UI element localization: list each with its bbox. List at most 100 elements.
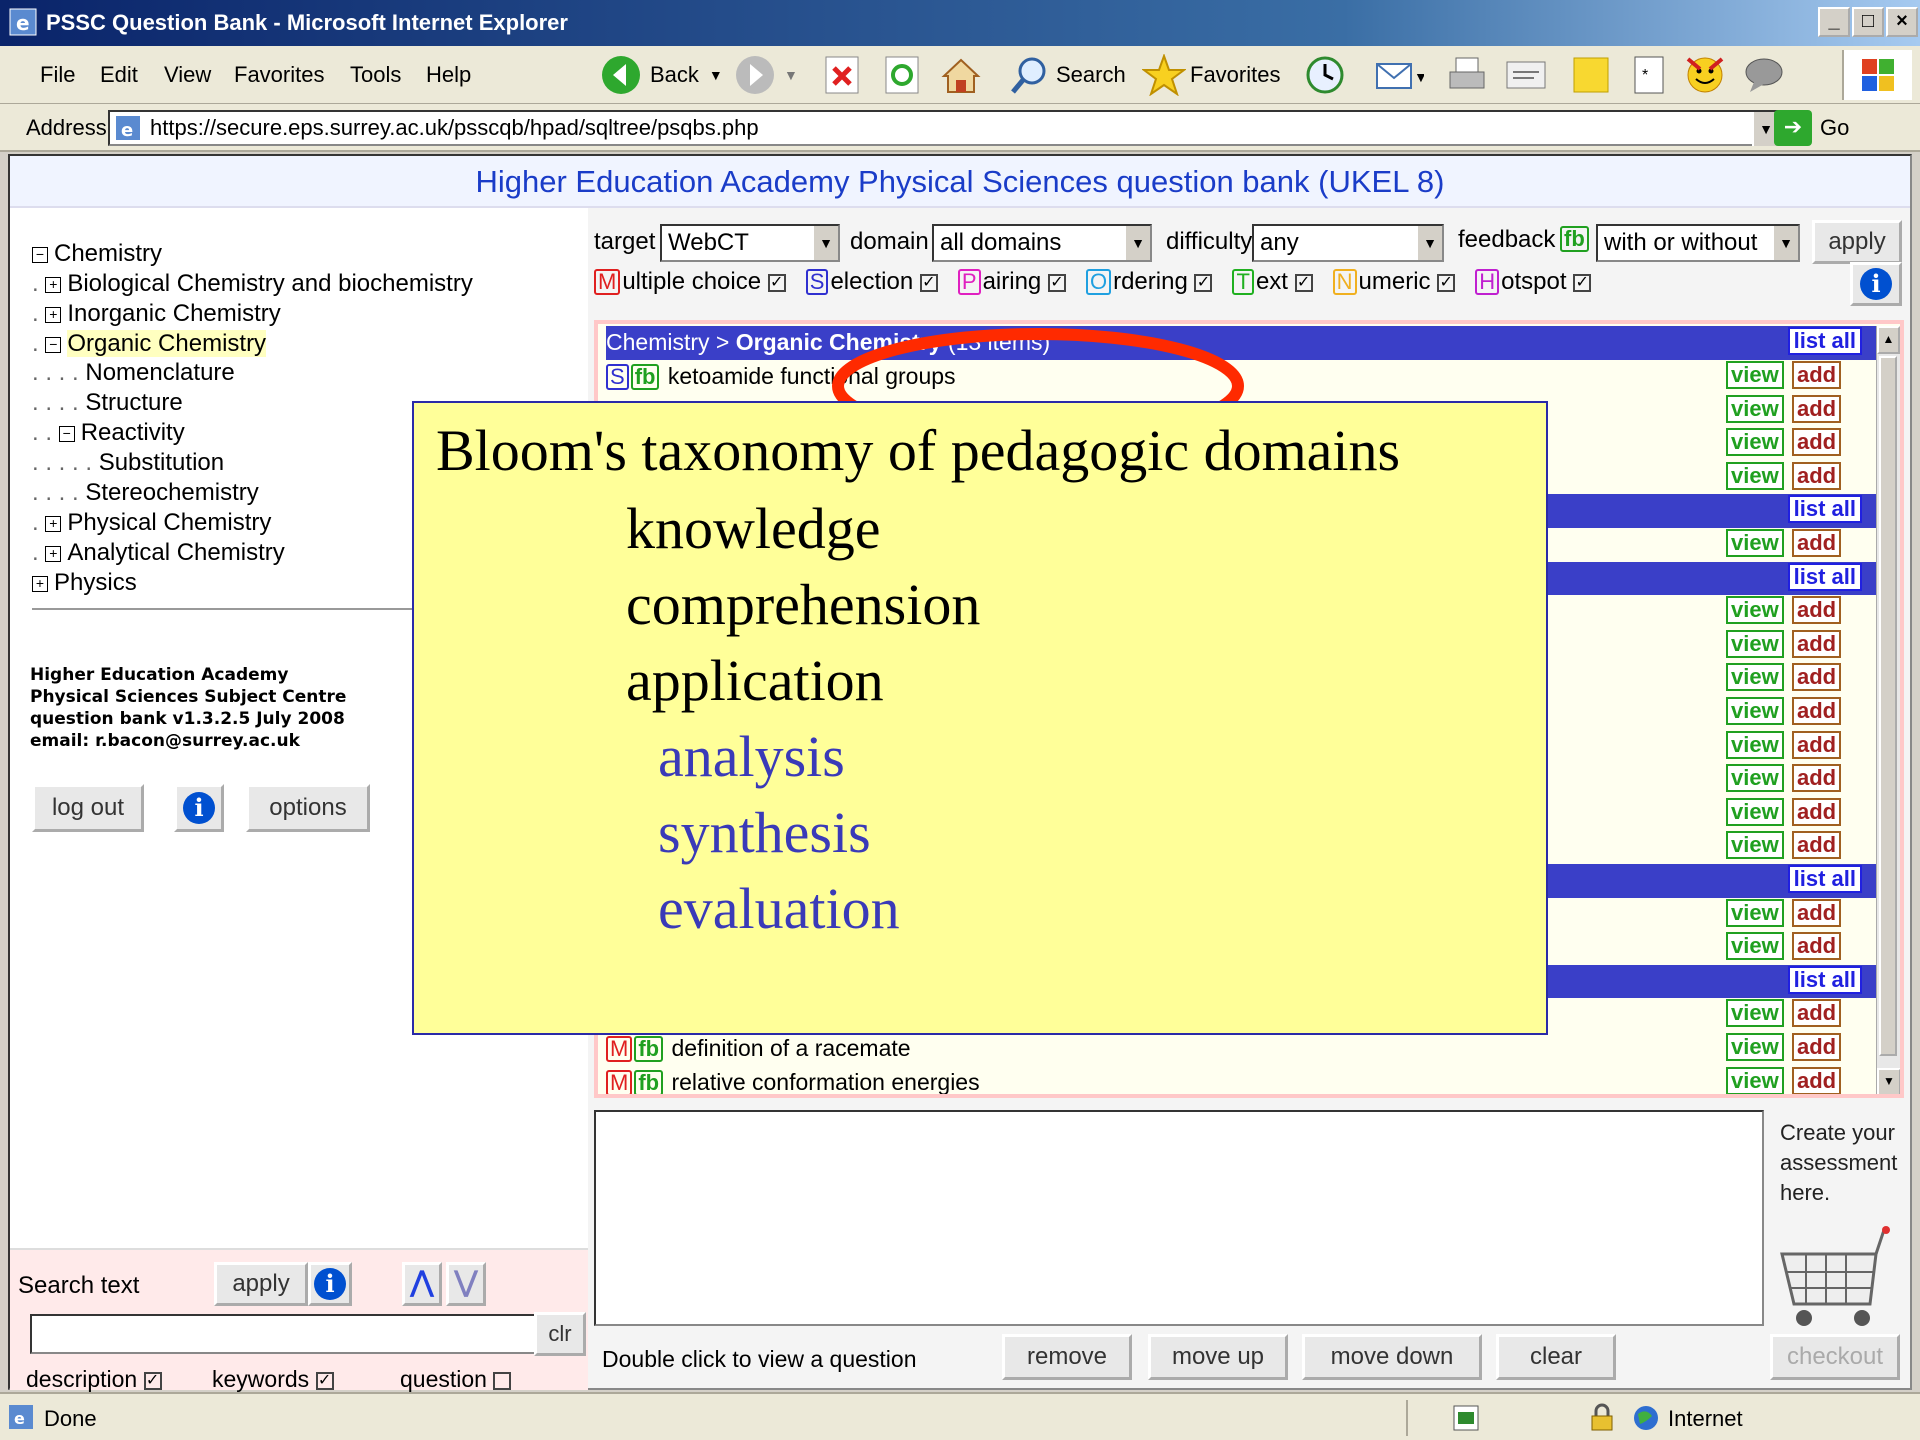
view-button[interactable]: view <box>1726 730 1784 759</box>
add-button[interactable]: add <box>1792 1066 1842 1094</box>
types-info-button[interactable]: i <box>1850 262 1902 306</box>
list-all-button[interactable]: list all <box>1787 562 1862 591</box>
view-button[interactable]: view <box>1726 629 1784 658</box>
favorites-button[interactable]: Favorites <box>1142 54 1280 96</box>
list-all-button[interactable]: list all <box>1787 865 1862 893</box>
add-button[interactable]: add <box>1792 529 1842 557</box>
tree-item-physical[interactable]: . + Physical Chemistry <box>32 509 271 537</box>
type-checkbox[interactable]: ✓ <box>1437 273 1456 292</box>
menu-help[interactable]: Help <box>426 62 471 88</box>
question-checkbox[interactable] <box>493 1371 512 1390</box>
go-button[interactable]: Go <box>1820 115 1849 141</box>
view-button[interactable]: view <box>1726 999 1784 1028</box>
view-button[interactable]: view <box>1726 797 1784 826</box>
view-button[interactable]: view <box>1726 461 1784 490</box>
forward-button[interactable]: ▼ <box>734 54 798 96</box>
maximize-button[interactable]: □ <box>1852 7 1884 37</box>
view-button[interactable]: view <box>1726 1066 1784 1094</box>
keywords-option[interactable]: keywords ✓ <box>212 1366 334 1393</box>
type-checkbox[interactable]: ✓ <box>1194 273 1213 292</box>
view-button[interactable]: view <box>1726 764 1784 793</box>
tree-item-substitution[interactable]: . . . . . Substitution <box>32 449 224 477</box>
view-button[interactable]: view <box>1726 394 1784 423</box>
tree-item-structure[interactable]: . . . . Structure <box>32 389 183 417</box>
type-checkbox[interactable]: ✓ <box>1573 273 1592 292</box>
clear-search-button[interactable]: clr <box>534 1312 586 1356</box>
description-option[interactable]: description ✓ <box>26 1366 162 1393</box>
view-button[interactable]: view <box>1726 361 1784 389</box>
menu-tools[interactable]: Tools <box>350 62 401 88</box>
keywords-checkbox[interactable]: ✓ <box>315 1371 334 1390</box>
view-button[interactable]: view <box>1726 831 1784 860</box>
difficulty-select[interactable]: any ▼ <box>1252 224 1444 262</box>
menu-favorites[interactable]: Favorites <box>234 62 324 88</box>
list-all-button[interactable]: list all <box>1787 327 1862 355</box>
go-arrow-icon[interactable]: ➔ <box>1774 110 1812 146</box>
messenger-button[interactable] <box>1684 54 1726 96</box>
refresh-button[interactable] <box>884 54 920 96</box>
type-checkbox[interactable]: ✓ <box>767 273 786 292</box>
add-button[interactable]: add <box>1792 663 1842 692</box>
add-button[interactable]: add <box>1792 361 1842 389</box>
logout-button[interactable]: log out <box>32 784 144 832</box>
view-button[interactable]: view <box>1726 1033 1784 1061</box>
type-selection[interactable]: Selection ✓ <box>805 268 938 295</box>
add-button[interactable]: add <box>1792 730 1842 759</box>
type-checkbox[interactable]: ✓ <box>1047 273 1066 292</box>
type-checkbox[interactable]: ✓ <box>1294 273 1313 292</box>
search-apply-button[interactable]: apply <box>214 1262 308 1306</box>
checkout-button[interactable]: checkout <box>1770 1334 1900 1380</box>
add-button[interactable]: add <box>1792 1033 1842 1061</box>
view-button[interactable]: view <box>1726 529 1784 557</box>
add-button[interactable]: add <box>1792 629 1842 658</box>
list-scrollbar[interactable]: ▲ ▼ <box>1876 326 1900 1094</box>
tree-item-inorganic[interactable]: . + Inorganic Chemistry <box>32 300 281 328</box>
type-pairing[interactable]: Pairing ✓ <box>957 268 1066 295</box>
tree-item-stereochemistry[interactable]: . . . . Stereochemistry <box>32 479 259 507</box>
info-button[interactable]: i <box>174 784 224 832</box>
view-button[interactable]: view <box>1726 697 1784 725</box>
address-input[interactable]: e https://secure.eps.surrey.ac.uk/psscqb… <box>108 110 1780 146</box>
type-ordering[interactable]: Ordering ✓ <box>1085 268 1213 295</box>
tree-item-analytical[interactable]: . + Analytical Chemistry <box>32 539 285 567</box>
move-down-button[interactable]: move down <box>1302 1334 1482 1380</box>
type-multiple-choice[interactable]: Multiple choice ✓ <box>594 268 786 295</box>
move-up-button[interactable]: move up <box>1148 1334 1288 1380</box>
tree-item-chemistry[interactable]: − Chemistry <box>32 240 162 268</box>
type-checkbox[interactable]: ✓ <box>919 273 938 292</box>
assessment-list[interactable] <box>594 1110 1764 1326</box>
target-select[interactable]: WebCT ▼ <box>660 224 840 262</box>
add-button[interactable]: add <box>1792 461 1842 490</box>
add-button[interactable]: add <box>1792 596 1842 625</box>
list-all-button[interactable]: list all <box>1787 965 1862 994</box>
add-button[interactable]: add <box>1792 428 1842 457</box>
discuss-button[interactable] <box>1570 54 1612 96</box>
history-button[interactable] <box>1304 54 1346 96</box>
type-numeric[interactable]: Numeric ✓ <box>1332 268 1456 295</box>
add-button[interactable]: add <box>1792 764 1842 793</box>
search-info-button[interactable]: i <box>308 1262 352 1306</box>
stop-button[interactable] <box>824 54 860 96</box>
up-arrow-button[interactable]: ⋀ <box>402 1262 442 1306</box>
tree-item-nomenclature[interactable]: . . . . Nomenclature <box>32 359 235 387</box>
type-text[interactable]: Text ✓ <box>1232 268 1313 295</box>
tree-item-reactivity[interactable]: . . − Reactivity <box>32 419 185 447</box>
description-checkbox[interactable]: ✓ <box>143 1371 162 1390</box>
close-button[interactable]: × <box>1886 7 1918 37</box>
question-title[interactable]: definition of a racemate <box>665 1035 910 1061</box>
menu-edit[interactable]: Edit <box>100 62 138 88</box>
view-button[interactable]: view <box>1726 428 1784 457</box>
question-option[interactable]: question <box>400 1366 512 1393</box>
menu-view[interactable]: View <box>164 62 211 88</box>
clear-button[interactable]: clear <box>1496 1334 1616 1380</box>
remove-button[interactable]: remove <box>1002 1334 1132 1380</box>
edit-button[interactable] <box>1504 54 1548 96</box>
list-all-button[interactable]: list all <box>1787 495 1862 524</box>
add-button[interactable]: add <box>1792 697 1842 725</box>
add-button[interactable]: add <box>1792 797 1842 826</box>
scroll-thumb[interactable] <box>1879 356 1897 1056</box>
add-button[interactable]: add <box>1792 999 1842 1028</box>
research-button[interactable]: * <box>1632 54 1666 96</box>
options-button[interactable]: options <box>246 784 370 832</box>
chat-button[interactable] <box>1742 54 1786 96</box>
